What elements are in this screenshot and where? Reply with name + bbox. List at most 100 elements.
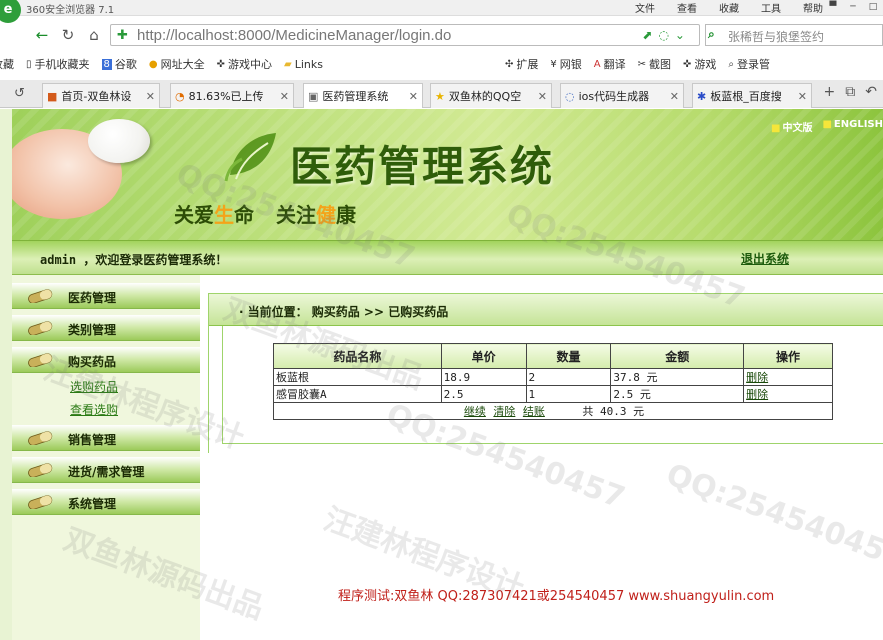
refresh-icon[interactable]: ↻ <box>58 26 78 44</box>
subnav-select-medicine[interactable]: 选购药品 <box>70 378 118 395</box>
cell-name: 板蓝根 <box>273 368 442 386</box>
clear-link[interactable]: 清除 <box>493 405 515 418</box>
menu-favorites[interactable]: 收藏 <box>719 0 739 15</box>
url-field[interactable]: ✚ http://localhost:8000/MedicineManager/… <box>110 24 700 46</box>
capsule-icon <box>28 289 53 303</box>
toolbar-extensions[interactable]: ✣ 扩展 <box>505 56 538 72</box>
cell-amount: 37.8 元 <box>610 368 745 386</box>
tab-list-icon[interactable]: ⧉ <box>845 84 855 100</box>
cart-footer: 继续 清除 结账 共 40.3 元 <box>273 402 833 420</box>
close-icon[interactable]: ✕ <box>280 90 289 103</box>
column-price: 单价 <box>440 343 527 369</box>
delete-link[interactable]: 删除 <box>743 385 833 403</box>
close-icon[interactable]: ✕ <box>146 90 155 103</box>
capsule-icon <box>28 321 53 335</box>
spinner-icon: ◌ <box>565 89 575 103</box>
toolbar-login[interactable]: ⌕ 登录管 <box>728 56 770 72</box>
toolbar-translate[interactable]: A 翻译 <box>594 56 626 72</box>
toolbar-bank[interactable]: ¥ 网银 <box>550 56 581 72</box>
tab-tools: + ⧉ ↶ <box>824 84 877 100</box>
shield-icon: ✚ <box>117 28 128 43</box>
browser-titlebar: e 360安全浏览器 7.1 文件 查看 收藏 工具 帮助 ▀ ─ □ <box>0 0 883 23</box>
restore-tab-icon[interactable]: ↺ <box>14 86 25 101</box>
maximize-icon[interactable]: □ <box>863 0 883 14</box>
sidebar-item-sales[interactable]: 销售管理 <box>12 425 200 451</box>
url-action-icons[interactable]: ⬈◌⌄ <box>642 28 691 42</box>
sidebar-item-stock[interactable]: 进货/需求管理 <box>12 457 200 483</box>
browser-menu: 文件 查看 收藏 工具 帮助 <box>635 0 823 15</box>
url-text[interactable]: http://localhost:8000/MedicineManager/lo… <box>137 27 451 44</box>
mobile-icon: ▯ <box>26 58 32 70</box>
menu-view[interactable]: 查看 <box>677 0 697 15</box>
home-icon[interactable]: ⌂ <box>84 26 104 44</box>
close-icon[interactable]: ✕ <box>409 90 418 103</box>
subnav-view-selection[interactable]: 查看选购 <box>70 401 118 418</box>
bookmark-links[interactable]: ▰ Links <box>284 58 323 71</box>
tab-qq-space[interactable]: ★ 双鱼林的QQ空 ✕ <box>430 83 552 108</box>
address-bar: ← ↻ ⌂ ✚ http://localhost:8000/MedicineMa… <box>0 22 883 48</box>
toolbar-screenshot[interactable]: ✂ 截图 <box>638 56 671 72</box>
undo-icon[interactable]: ↶ <box>865 84 877 100</box>
cart-total: 共 40.3 元 <box>582 405 645 418</box>
sidebar: 医药管理 类别管理 购买药品 选购药品 查看选购 销售管理 进货/需求管理 系统… <box>12 275 200 640</box>
scissors-icon: ✂ <box>637 58 646 70</box>
footer-credit: 程序测试:双鱼林 QQ:287307421或254540457 www.shua… <box>338 589 775 604</box>
sidebar-item-system[interactable]: 系统管理 <box>12 489 200 515</box>
capsule-icon <box>28 431 53 445</box>
lang-english[interactable]: ENGLISH <box>822 119 883 134</box>
capsule-icon <box>28 353 53 367</box>
menu-tools[interactable]: 工具 <box>761 0 781 15</box>
search-box[interactable]: ⌕ 张稀哲与狼堡签约 <box>705 24 883 46</box>
search-input[interactable]: 张稀哲与狼堡签约 <box>728 28 824 45</box>
tab-medicine-system[interactable]: ▣ 医药管理系统 ✕ <box>303 83 423 108</box>
pill-image <box>88 119 150 163</box>
close-icon[interactable]: ✕ <box>538 90 547 103</box>
bookmark-bar: 收藏 ▯手机收藏夹 8谷歌 ●网址大全 ✜游戏中心 ▰Links ✣扩展 ¥网银… <box>0 52 883 76</box>
breadcrumb: 当前位置： 购买药品 >> 已购买药品 <box>239 303 449 320</box>
tab-baidu-search[interactable]: ✱ 板蓝根_百度搜 ✕ <box>692 83 812 108</box>
leaf-logo-icon <box>224 133 276 182</box>
minimize-icon[interactable]: ─ <box>843 0 863 14</box>
sidebar-item-purchase[interactable]: 购买药品 <box>12 347 200 373</box>
bookmark-favorites[interactable]: 收藏 <box>0 56 14 72</box>
page-icon: ▣ <box>308 89 319 103</box>
table-row: 板蓝根 18.9 2 37.8 元 删除 <box>273 368 833 386</box>
toolbar-game[interactable]: ✜ 游戏 <box>683 56 716 72</box>
cell-price: 18.9 <box>440 368 527 386</box>
checkout-link[interactable]: 结账 <box>523 405 545 418</box>
bookmark-games[interactable]: ✜ 游戏中心 <box>217 56 272 72</box>
bookmark-google[interactable]: 8 谷歌 <box>101 56 137 72</box>
watermark-qq: QQ:254540457 <box>661 457 883 576</box>
new-tab-icon[interactable]: + <box>824 84 836 100</box>
search-engine-icon[interactable]: ⌕ <box>708 27 715 42</box>
bookmark-mobile[interactable]: ▯ 手机收藏夹 <box>26 56 90 72</box>
location-bar: 当前位置： 购买药品 >> 已购买药品 <box>209 294 883 326</box>
skin-icon[interactable]: ▀ <box>823 0 843 14</box>
column-qty: 数量 <box>525 343 612 369</box>
tab-shuangyulin-home[interactable]: ■ 首页-双鱼林设 ✕ <box>42 83 160 108</box>
menu-help[interactable]: 帮助 <box>803 0 823 15</box>
progress-icon: ◔ <box>175 89 185 103</box>
capsule-icon <box>28 463 53 477</box>
continue-link[interactable]: 继续 <box>464 405 486 418</box>
browser-title: 360安全浏览器 7.1 <box>26 5 115 16</box>
bank-icon: ¥ <box>550 58 557 70</box>
delete-link[interactable]: 删除 <box>743 368 833 386</box>
sidebar-item-medicine[interactable]: 医药管理 <box>12 283 200 309</box>
gamepad-icon: ✜ <box>683 58 692 70</box>
cell-qty: 1 <box>525 385 612 403</box>
tab-upload[interactable]: ◔ 81.63%已上传 ✕ <box>170 83 294 108</box>
menu-file[interactable]: 文件 <box>635 0 655 15</box>
capsule-icon <box>28 495 53 509</box>
sidebar-item-category[interactable]: 类别管理 <box>12 315 200 341</box>
logout-link[interactable]: 退出系统 <box>741 250 789 267</box>
lang-chinese[interactable]: 中文版 <box>771 119 812 134</box>
bookmark-hao[interactable]: ● 网址大全 <box>149 56 205 72</box>
back-icon[interactable]: ← <box>32 26 52 44</box>
close-icon[interactable]: ✕ <box>798 90 807 103</box>
column-name: 药品名称 <box>273 343 442 369</box>
welcome-text: admin ，欢迎登录医药管理系统！ <box>40 253 228 267</box>
tab-ios-generator[interactable]: ◌ ios代码生成器 ✕ <box>560 83 684 108</box>
puzzle-icon: ✣ <box>505 58 514 70</box>
close-icon[interactable]: ✕ <box>670 90 679 103</box>
